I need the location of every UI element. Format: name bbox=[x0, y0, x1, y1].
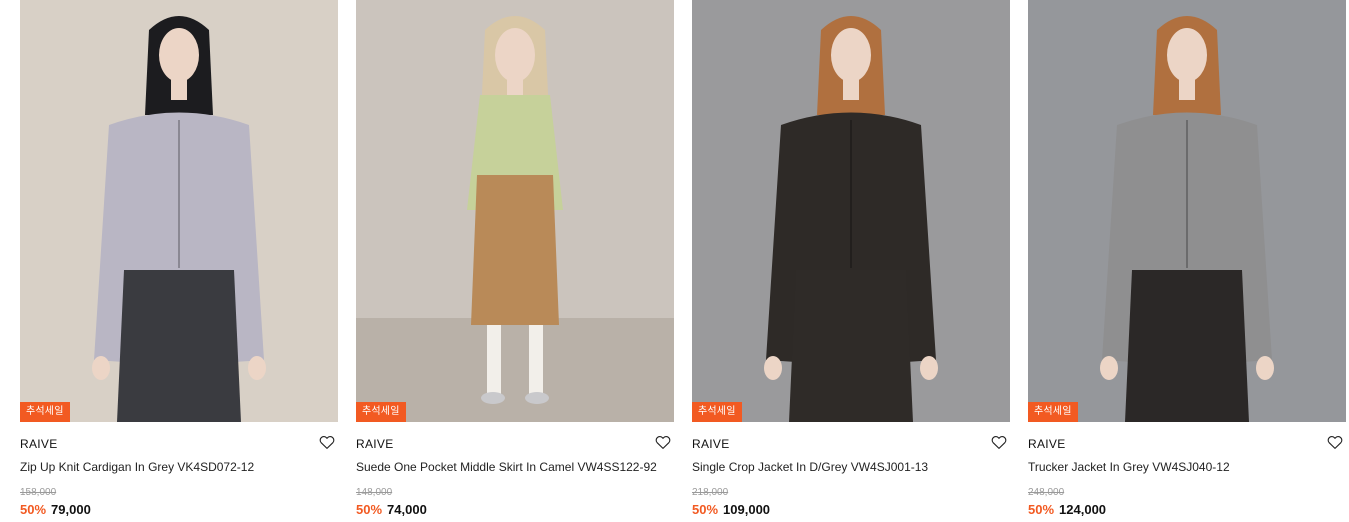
price-row: 50% 109,000 bbox=[692, 502, 1010, 517]
original-price: 248,000 bbox=[1028, 487, 1065, 498]
garment-bottom bbox=[1125, 270, 1249, 422]
product-photo[interactable]: 추석세일 bbox=[20, 0, 338, 422]
sale-badge: 추석세일 bbox=[20, 402, 70, 422]
model-leg bbox=[487, 325, 501, 395]
model-neck bbox=[171, 78, 187, 100]
product-name[interactable]: Zip Up Knit Cardigan In Grey VK4SD072-12 bbox=[20, 460, 338, 474]
original-price: 148,000 bbox=[356, 487, 393, 498]
model-neck bbox=[1179, 78, 1195, 100]
product-image bbox=[356, 0, 674, 422]
discount-rate: 50% bbox=[20, 502, 47, 517]
garment-bottom bbox=[789, 270, 913, 422]
garment-bottom bbox=[471, 175, 559, 325]
brand-name[interactable]: RAIVE bbox=[1028, 437, 1066, 451]
product-image bbox=[1028, 0, 1346, 422]
model-hand bbox=[248, 356, 266, 380]
model-face bbox=[1167, 28, 1207, 82]
price-row: 50% 124,000 bbox=[1028, 502, 1346, 517]
brand-name[interactable]: RAIVE bbox=[692, 437, 730, 451]
model-hand bbox=[764, 356, 782, 380]
model-leg bbox=[529, 325, 543, 395]
sale-badge: 추석세일 bbox=[1028, 402, 1078, 422]
original-price: 158,000 bbox=[20, 487, 57, 498]
sale-price: 109,000 bbox=[723, 502, 771, 517]
sale-price: 124,000 bbox=[1059, 502, 1107, 517]
garment-bottom bbox=[117, 270, 241, 422]
model-hand bbox=[92, 356, 110, 380]
product-name[interactable]: Suede One Pocket Middle Skirt In Camel V… bbox=[356, 460, 674, 474]
product-grid: 추석세일 RAIVE Zip Up Knit Cardigan In Grey … bbox=[20, 0, 1346, 522]
sale-price: 79,000 bbox=[51, 502, 91, 517]
model-hand bbox=[1100, 356, 1118, 380]
original-price: 218,000 bbox=[692, 487, 729, 498]
product-card[interactable]: 추석세일 RAIVE Zip Up Knit Cardigan In Grey … bbox=[20, 0, 338, 522]
model-shoe bbox=[525, 392, 549, 404]
product-photo[interactable]: 추석세일 bbox=[1028, 0, 1346, 422]
sale-price: 74,000 bbox=[387, 502, 427, 517]
discount-rate: 50% bbox=[692, 502, 719, 517]
model-hand bbox=[1256, 356, 1274, 380]
model-neck bbox=[843, 78, 859, 100]
product-image bbox=[692, 0, 1010, 422]
product-card[interactable]: 추석세일 RAIVE Trucker Jacket In Grey VW4SJ0… bbox=[1028, 0, 1346, 522]
price-row: 50% 79,000 bbox=[20, 502, 338, 517]
price-row: 50% 74,000 bbox=[356, 502, 674, 517]
model-shoe bbox=[481, 392, 505, 404]
sale-badge: 추석세일 bbox=[692, 402, 742, 422]
model-face bbox=[159, 28, 199, 82]
sale-badge: 추석세일 bbox=[356, 402, 406, 422]
model-face bbox=[495, 28, 535, 82]
discount-rate: 50% bbox=[356, 502, 383, 517]
heart-outline-icon[interactable] bbox=[990, 433, 1008, 451]
model-face bbox=[831, 28, 871, 82]
product-card[interactable]: 추석세일 RAIVE Suede One Pocket Middle Skirt… bbox=[356, 0, 674, 522]
product-card[interactable]: 추석세일 RAIVE Single Crop Jacket In D/Grey … bbox=[692, 0, 1010, 522]
brand-name[interactable]: RAIVE bbox=[20, 437, 58, 451]
product-name[interactable]: Single Crop Jacket In D/Grey VW4SJ001-13 bbox=[692, 460, 1010, 474]
product-name[interactable]: Trucker Jacket In Grey VW4SJ040-12 bbox=[1028, 460, 1346, 474]
discount-rate: 50% bbox=[1028, 502, 1055, 517]
heart-outline-icon[interactable] bbox=[654, 433, 672, 451]
brand-name[interactable]: RAIVE bbox=[356, 437, 394, 451]
heart-outline-icon[interactable] bbox=[1326, 433, 1344, 451]
heart-outline-icon[interactable] bbox=[318, 433, 336, 451]
model-hand bbox=[920, 356, 938, 380]
product-image bbox=[20, 0, 338, 422]
product-photo[interactable]: 추석세일 bbox=[692, 0, 1010, 422]
product-photo[interactable]: 추석세일 bbox=[356, 0, 674, 422]
